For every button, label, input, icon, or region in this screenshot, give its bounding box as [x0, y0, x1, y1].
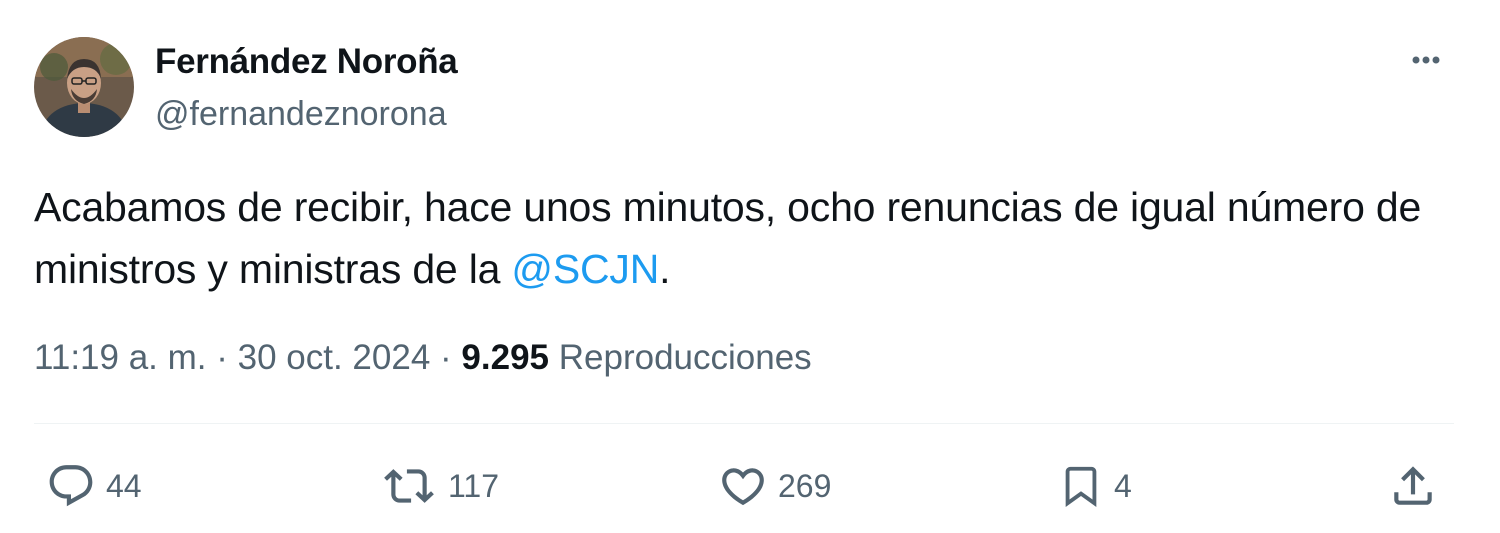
divider: [34, 423, 1454, 424]
mention-link[interactable]: @SCJN: [511, 246, 659, 292]
author-handle[interactable]: @fernandeznorona: [155, 95, 447, 134]
tweet-card: Fernández Noroña @fernandeznorona Acabam…: [0, 0, 1500, 533]
retweet-count: 117: [448, 467, 500, 504]
more-options-icon[interactable]: [1406, 44, 1446, 76]
meta-separator: ·: [216, 338, 228, 377]
author-name[interactable]: Fernández Noroña: [155, 42, 458, 82]
tweet-meta: 11:19 a. m. · 30 oct. 2024 · 9.295 Repro…: [34, 338, 812, 378]
tweet-text: Acabamos de recibir, hace unos minutos, …: [34, 176, 1454, 300]
tweet-date[interactable]: 30 oct. 2024: [238, 338, 431, 377]
reply-button[interactable]: 44: [46, 460, 142, 512]
tweet-text-after: .: [659, 246, 671, 292]
like-count: 269: [778, 467, 832, 504]
bookmark-count: 4: [1114, 467, 1132, 504]
bookmark-button[interactable]: 4: [1058, 460, 1132, 512]
meta-separator: ·: [440, 338, 452, 377]
views-count: 9.295: [461, 338, 550, 377]
retweet-button[interactable]: 117: [380, 460, 499, 512]
reply-count: 44: [106, 467, 142, 504]
views-label: Reproducciones: [558, 338, 812, 377]
tweet-text-before: Acabamos de recibir, hace unos minutos, …: [34, 184, 1422, 292]
heart-icon: [722, 468, 764, 506]
tweet-time[interactable]: 11:19 a. m.: [34, 338, 207, 377]
share-button[interactable]: [1388, 460, 1438, 512]
bookmark-icon: [1065, 466, 1097, 507]
profile-photo-icon: [34, 37, 134, 137]
reply-icon: [49, 465, 93, 507]
share-icon: [1394, 466, 1432, 505]
avatar[interactable]: [34, 37, 134, 137]
like-button[interactable]: 269: [718, 460, 831, 512]
retweet-icon: [384, 469, 434, 503]
